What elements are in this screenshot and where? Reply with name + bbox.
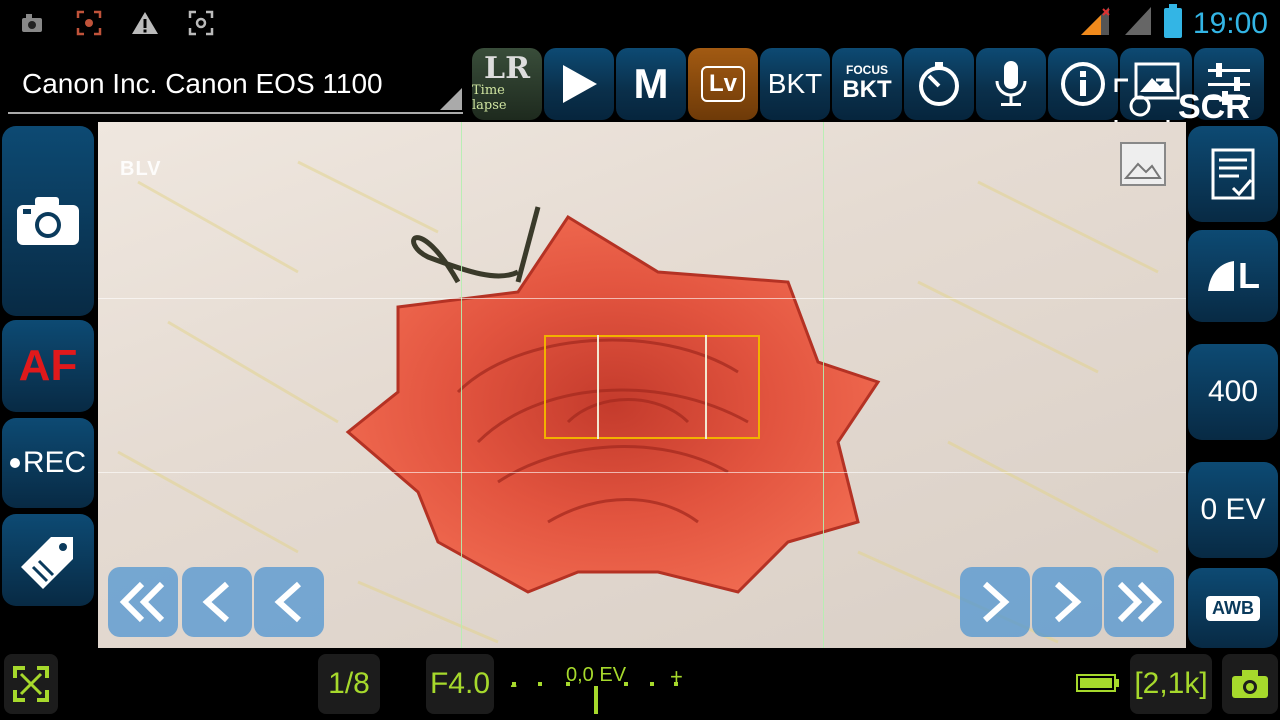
blv-label: BLV [120,158,162,180]
focus-far-medium-button[interactable] [182,567,252,637]
focus-near-fast-button[interactable] [1104,567,1174,637]
notification-icon [18,8,48,38]
quality-label: L [1238,255,1260,296]
chevron-left-icon [202,581,230,623]
mode-button[interactable]: M [616,48,686,120]
image-quality-button[interactable]: L [1188,230,1278,322]
signal-icon-2 [1123,5,1153,42]
focus-bkt-label: BKT [842,76,892,103]
timer-button[interactable] [904,48,974,120]
aperture-button[interactable]: F4.0 [426,654,494,714]
warning-icon [130,8,160,38]
focus-far-fast-button[interactable] [108,567,178,637]
status-bar: 19:00 [0,0,1280,46]
shutter-speed-button[interactable]: 1/8 [318,654,380,714]
af-point-frame[interactable] [544,335,760,439]
lv-label: Lv [700,66,745,102]
camera-name: Canon Inc. Canon EOS 1100 [22,68,383,99]
focus-bracketing-button[interactable]: FOCUS BKT [832,48,902,120]
exposure-comp-button[interactable]: 0 EV [1188,462,1278,558]
record-dot-icon [9,458,20,468]
rec-label: REC [22,446,87,479]
fullscreen-button[interactable] [4,654,58,714]
white-balance-button[interactable]: AWB [1188,568,1278,648]
focus-far-small-button[interactable] [254,567,324,637]
camera-mode-button[interactable] [1222,654,1278,714]
clock: 19:00 [1192,6,1268,40]
autofocus-button[interactable]: AF [2,320,94,412]
mode-label: M [633,60,669,107]
spinner-underline [8,112,463,114]
ev-scale-ticks [512,682,678,714]
bottom-bar: 1/8 F4.0 - 0,0 EV + [2,1k] [0,648,1280,720]
camera-icon [1232,670,1268,698]
lr-label: LR [483,51,531,86]
liveview-button[interactable]: Lv [688,48,758,120]
chevron-right-icon [1054,581,1082,623]
af-label: AF [18,341,78,390]
timelapse-button[interactable]: LR Time lapse [472,48,542,120]
aperture-value: F4.0 [429,667,491,700]
af-frame-divider-2 [705,335,707,439]
signal-icon [1079,5,1113,42]
spinner-corner-icon [440,88,462,110]
chevron-right-icon [982,581,1010,623]
expand-icon [13,666,49,702]
voice-button[interactable] [976,48,1046,120]
grid-line-horizontal-1 [98,298,1186,299]
iso-button[interactable]: 400 [1188,344,1278,440]
grid-line-vertical-2 [823,122,824,648]
grid-line-vertical-1 [461,122,462,648]
info-button[interactable] [1048,48,1118,120]
focus-near-medium-button[interactable] [1032,567,1102,637]
properties-button[interactable] [1188,126,1278,222]
live-view[interactable]: BLV [98,122,1186,648]
bkt-label: BKT [767,68,823,99]
camera-icon [17,197,79,245]
battery-level-icon [1076,674,1120,697]
microphone-icon [995,61,1027,106]
double-chevron-left-icon [119,581,165,623]
focus-near-small-button[interactable] [960,567,1030,637]
shots-remaining-value: [2,1k] [1134,667,1208,700]
screenshot-icon [74,8,104,38]
bracketing-button[interactable]: BKT [760,48,830,120]
record-button[interactable]: REC [2,418,94,508]
shutter-speed-value: 1/8 [328,667,370,700]
capture-button[interactable] [2,126,94,316]
quality-icon [1208,261,1234,291]
timelapse-label: Time lapse [472,83,507,113]
battery-icon [1163,4,1183,43]
focus-icon [186,8,216,38]
timer-icon [919,62,959,106]
exposure-comp-value: 0 EV [1200,493,1266,526]
iso-value: 400 [1207,375,1259,408]
exposure-meter: - 0,0 EV + [508,656,688,716]
double-chevron-right-icon [1117,581,1163,623]
play-icon [563,65,597,103]
grid-line-horizontal-2 [98,472,1186,473]
camera-selector[interactable]: Canon Inc. Canon EOS 1100 [0,46,470,120]
focus-label: FOCUS [846,63,888,77]
shots-remaining: [2,1k] [1130,654,1212,714]
chevron-left-icon [274,581,302,623]
wb-label: AWB [1206,595,1260,621]
play-button[interactable] [544,48,614,120]
right-toolbar: L 400 0 EV AWB [1186,122,1280,648]
clipboard-check-icon [1211,148,1255,200]
histogram-toggle-icon[interactable] [1120,142,1166,186]
af-frame-divider-1 [597,335,599,439]
tag-icon [21,537,73,589]
tag-button[interactable] [2,514,94,606]
info-icon [1061,62,1105,106]
left-toolbar: AF REC [0,122,96,648]
